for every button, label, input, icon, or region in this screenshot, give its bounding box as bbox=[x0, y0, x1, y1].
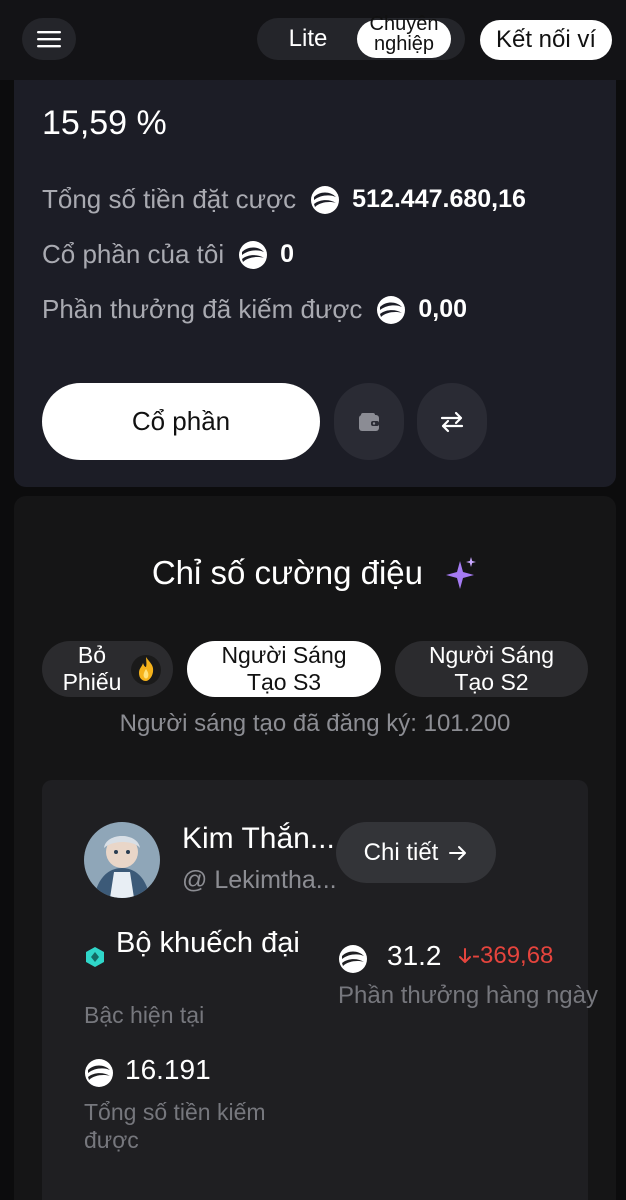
tier-gem-icon bbox=[86, 947, 104, 967]
daily-change-value: -369,68 bbox=[472, 942, 554, 969]
apr-value: 15,59 % bbox=[42, 104, 167, 142]
tier-name: Bộ khuếch đại bbox=[116, 927, 300, 959]
rewards-earned-value: 0,00 bbox=[418, 295, 468, 323]
detail-button-label: Chi tiết bbox=[363, 838, 439, 866]
coin-icon bbox=[377, 295, 406, 324]
mode-pro-label: Chuyên nghiệp bbox=[369, 13, 439, 55]
sparkle-icon bbox=[446, 557, 477, 590]
swap-button[interactable] bbox=[417, 383, 487, 460]
menu-icon bbox=[37, 31, 61, 48]
detail-button[interactable]: Chi tiết bbox=[336, 822, 496, 883]
mode-lite-button[interactable]: Lite bbox=[257, 18, 359, 60]
creator-card[interactable]: Kim Thắn... @ Lekimtha... Chi tiết Bộ kh… bbox=[42, 780, 598, 1200]
rewards-earned-label: Phần thưởng đã kiếm được bbox=[42, 294, 363, 324]
staking-card: 15,59 % Tổng số tiền đặt cược 512.447.68… bbox=[14, 80, 616, 487]
tab-creator-s3-label: Người Sáng Tạo S3 bbox=[221, 642, 347, 695]
hype-section: Chỉ số cường điệu Bỏ Phiếu Người Sáng Tạ… bbox=[14, 496, 616, 1200]
tab-vote[interactable]: Bỏ Phiếu bbox=[42, 641, 173, 697]
tab-vote-label: Bỏ Phiếu bbox=[62, 642, 122, 695]
tab-creator-s2[interactable]: Người Sáng Tạo S2 bbox=[395, 641, 588, 697]
coin-icon bbox=[85, 1059, 113, 1087]
total-earned-value: 16.191 bbox=[125, 1054, 211, 1085]
flame-icon bbox=[131, 655, 161, 685]
daily-reward-value: 31.2 bbox=[387, 940, 442, 971]
coin-icon bbox=[311, 185, 340, 214]
my-shares-label: Cổ phần của tôi bbox=[42, 239, 225, 269]
total-staked-label: Tổng số tiền đặt cược bbox=[42, 184, 297, 214]
wallet-button[interactable] bbox=[334, 383, 404, 460]
coin-icon bbox=[239, 240, 268, 269]
share-button[interactable]: Cổ phần bbox=[42, 383, 320, 460]
my-shares-value: 0 bbox=[280, 240, 295, 268]
swap-icon bbox=[440, 411, 464, 432]
top-bar: Lite Chuyên nghiệp Kết nối ví bbox=[0, 0, 626, 80]
arrow-down-icon bbox=[459, 948, 471, 963]
avatar bbox=[84, 822, 160, 898]
my-shares-row: Cổ phần của tôi 0 bbox=[42, 239, 294, 270]
wallet-icon bbox=[359, 412, 379, 431]
connect-wallet-button[interactable]: Kết nối ví bbox=[480, 20, 612, 60]
arrow-right-icon bbox=[449, 845, 467, 860]
tier-label: Bậc hiện tại bbox=[84, 1002, 205, 1028]
hype-title-row: Chỉ số cường điệu bbox=[14, 554, 616, 595]
total-staked-row: Tổng số tiền đặt cược 512.447.680,16 bbox=[42, 184, 526, 215]
total-staked-value: 512.447.680,16 bbox=[352, 185, 526, 213]
menu-button[interactable] bbox=[22, 18, 76, 60]
creator-handle: @ Lekimtha... bbox=[182, 866, 337, 894]
hype-title: Chỉ số cường điệu bbox=[151, 554, 424, 591]
total-earned-label: Tổng số tiền kiếm được bbox=[84, 1099, 266, 1153]
tab-creator-s2-label: Người Sáng Tạo S2 bbox=[428, 642, 555, 695]
coin-icon bbox=[339, 945, 367, 973]
daily-reward-label: Phần thưởng hàng ngày bbox=[338, 982, 599, 1009]
daily-change: -369,68 bbox=[458, 942, 553, 970]
rewards-earned-row: Phần thưởng đã kiếm được 0,00 bbox=[42, 294, 467, 325]
creator-name: Kim Thắn... bbox=[182, 822, 335, 855]
mode-pro-button[interactable]: Chuyên nghiệp bbox=[357, 14, 451, 58]
registered-creators-count: Người sáng tạo đã đăng ký: 101.200 bbox=[119, 710, 511, 737]
tab-creator-s3[interactable]: Người Sáng Tạo S3 bbox=[187, 641, 381, 697]
